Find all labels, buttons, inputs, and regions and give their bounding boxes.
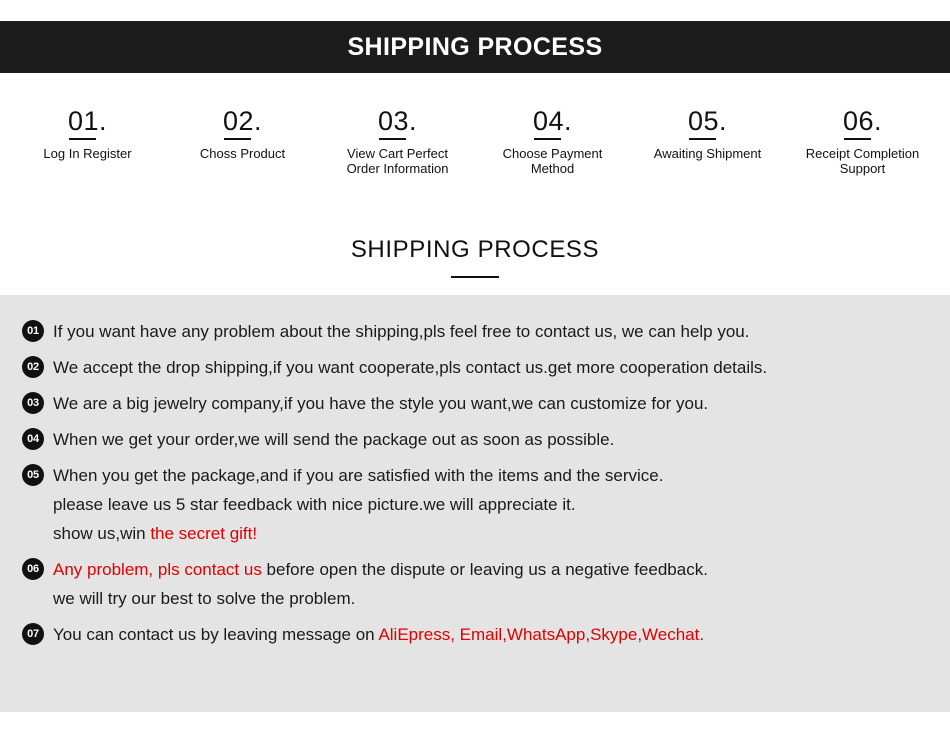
faq-highlight-text: AliEpress, Email,WhatsApp,Skype,Wechat. (378, 625, 704, 644)
process-step-02: 02. Choss Product (165, 108, 320, 161)
faq-text: When you get the package,and if you are … (53, 461, 930, 548)
step-underline (224, 138, 251, 140)
faq-line: we will try our best to solve the proble… (53, 584, 930, 613)
faq-panel: 01 If you want have any problem about the… (0, 295, 950, 712)
step-underline (69, 138, 96, 140)
faq-line: Any problem, pls contact us before open … (53, 555, 930, 584)
step-number-wrap: 05. (688, 108, 727, 135)
faq-text: We are a big jewelry company,if you have… (53, 389, 930, 418)
page-banner: SHIPPING PROCESS (0, 21, 950, 73)
step-number: 03. (378, 108, 417, 135)
faq-text: We accept the drop shipping,if you want … (53, 353, 930, 382)
faq-item: 05 When you get the package,and if you ar… (22, 461, 930, 548)
step-underline (689, 138, 716, 140)
section-title: SHIPPING PROCESS (0, 236, 950, 264)
faq-line: We accept the drop shipping,if you want … (53, 353, 930, 382)
faq-text: Any problem, pls contact us before open … (53, 555, 930, 613)
faq-plain-text: We accept the drop shipping,if you want … (53, 358, 767, 377)
section-header: SHIPPING PROCESS (0, 236, 950, 278)
process-step-01: 01. Log In Register (10, 108, 165, 161)
step-number: 05. (688, 108, 727, 135)
faq-item: 04 When we get your order,we will send th… (22, 425, 930, 454)
faq-plain-text: show us,win (53, 524, 150, 543)
faq-badge: 05 (22, 464, 44, 486)
faq-plain-text: If you want have any problem about the s… (53, 322, 750, 341)
faq-text: When we get your order,we will send the … (53, 425, 930, 454)
faq-line: please leave us 5 star feedback with nic… (53, 490, 930, 519)
faq-line: When you get the package,and if you are … (53, 461, 930, 490)
faq-text: You can contact us by leaving message on… (53, 620, 930, 649)
faq-plain-text: we will try our best to solve the proble… (53, 589, 355, 608)
process-step-06: 06. Receipt CompletionSupport (785, 108, 940, 176)
faq-item: 02 We accept the drop shipping,if you wan… (22, 353, 930, 382)
banner-title: SHIPPING PROCESS (347, 33, 602, 62)
faq-badge: 07 (22, 623, 44, 645)
faq-plain-text: We are a big jewelry company,if you have… (53, 394, 708, 413)
process-steps: 01. Log In Register 02. Choss Product 03. Vie… (0, 108, 950, 176)
faq-highlight-text: Any problem, pls contact us (53, 560, 262, 579)
step-number: 04. (533, 108, 572, 135)
step-number-wrap: 02. (223, 108, 262, 135)
step-underline (844, 138, 871, 140)
step-number: 02. (223, 108, 262, 135)
step-underline (379, 138, 406, 140)
faq-badge: 02 (22, 356, 44, 378)
step-number: 06. (843, 108, 882, 135)
step-label: Choose PaymentMethod (477, 146, 628, 176)
faq-line: When we get your order,we will send the … (53, 425, 930, 454)
step-label: Receipt CompletionSupport (787, 146, 938, 176)
faq-item: 01 If you want have any problem about the… (22, 317, 930, 346)
step-label: Awaiting Shipment (632, 146, 783, 161)
faq-badge: 04 (22, 428, 44, 450)
faq-plain-text: When we get your order,we will send the … (53, 430, 614, 449)
step-label: Choss Product (167, 146, 318, 161)
faq-line: You can contact us by leaving message on… (53, 620, 930, 649)
faq-badge: 03 (22, 392, 44, 414)
faq-text: If you want have any problem about the s… (53, 317, 930, 346)
faq-item: 06 Any problem, pls contact us before ope… (22, 555, 930, 613)
process-step-05: 05. Awaiting Shipment (630, 108, 785, 161)
step-label: View Cart PerfectOrder Information (322, 146, 473, 176)
step-label: Log In Register (12, 146, 163, 161)
step-number-wrap: 04. (533, 108, 572, 135)
process-step-03: 03. View Cart PerfectOrder Information (320, 108, 475, 176)
step-number: 01. (68, 108, 107, 135)
shipping-process-page: SHIPPING PROCESS 01. Log In Register 02. Ch… (0, 0, 950, 742)
process-step-04: 04. Choose PaymentMethod (475, 108, 630, 176)
step-number-wrap: 06. (843, 108, 882, 135)
faq-plain-text: before open the dispute or leaving us a … (262, 560, 708, 579)
faq-plain-text: You can contact us by leaving message on (53, 625, 378, 644)
faq-badge: 01 (22, 320, 44, 342)
faq-highlight-text: the secret gift! (150, 524, 257, 543)
faq-badge: 06 (22, 558, 44, 580)
faq-line: show us,win the secret gift! (53, 519, 930, 548)
step-number-wrap: 03. (378, 108, 417, 135)
faq-list: 01 If you want have any problem about the… (0, 295, 950, 649)
faq-plain-text: please leave us 5 star feedback with nic… (53, 495, 576, 514)
faq-item: 03 We are a big jewelry company,if you ha… (22, 389, 930, 418)
faq-line: If you want have any problem about the s… (53, 317, 930, 346)
faq-line: We are a big jewelry company,if you have… (53, 389, 930, 418)
faq-plain-text: When you get the package,and if you are … (53, 466, 663, 485)
step-number-wrap: 01. (68, 108, 107, 135)
step-underline (534, 138, 561, 140)
faq-item: 07 You can contact us by leaving message … (22, 620, 930, 649)
section-divider (451, 276, 499, 278)
